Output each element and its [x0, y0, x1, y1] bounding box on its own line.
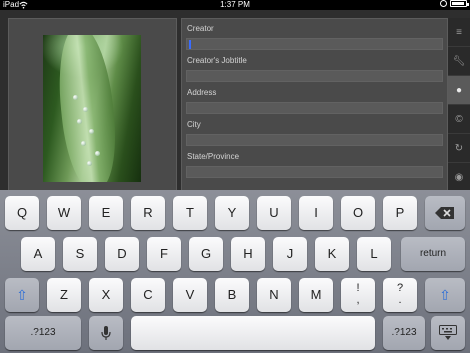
hide-keyboard-icon	[439, 325, 457, 340]
key-bottom-char: ,	[356, 294, 360, 306]
onscreen-keyboard: Q W E R T Y U I O P A S D F G H J K L re…	[0, 190, 470, 353]
photo-thumbnail[interactable]	[43, 35, 141, 182]
city-field[interactable]	[186, 134, 443, 146]
key-h[interactable]: H	[231, 237, 265, 271]
state-label: State/Province	[187, 152, 240, 161]
key-l[interactable]: L	[357, 237, 391, 271]
key-b[interactable]: B	[215, 278, 249, 312]
backspace-icon	[435, 207, 454, 219]
battery-icon	[450, 0, 469, 7]
key-q[interactable]: Q	[5, 196, 39, 230]
shift-icon: ⇧	[16, 286, 28, 303]
shift-key-left[interactable]: ⇧	[5, 278, 39, 312]
key-f[interactable]: F	[147, 237, 181, 271]
key-w[interactable]: W	[47, 196, 81, 230]
key-o[interactable]: O	[341, 196, 375, 230]
water-drop	[81, 141, 86, 146]
water-drop	[89, 129, 94, 134]
address-field[interactable]	[186, 102, 443, 114]
iptc-form: Creator Creator's Jobtitle Address City …	[181, 18, 448, 193]
shift-icon: ⇧	[439, 286, 451, 303]
rotation-lock-icon	[440, 0, 447, 7]
return-key[interactable]: return	[401, 237, 465, 271]
key-x[interactable]: X	[89, 278, 123, 312]
key-n[interactable]: N	[257, 278, 291, 312]
key-e[interactable]: E	[89, 196, 123, 230]
dictation-key[interactable]	[89, 316, 123, 350]
key-k[interactable]: K	[315, 237, 349, 271]
key-m[interactable]: M	[299, 278, 333, 312]
key-d[interactable]: D	[105, 237, 139, 271]
status-bar: iPad 1:37 PM	[0, 0, 470, 10]
water-drop	[87, 161, 92, 166]
person-icon[interactable]: ●	[448, 76, 470, 105]
key-r[interactable]: R	[131, 196, 165, 230]
key-s[interactable]: S	[63, 237, 97, 271]
address-label: Address	[187, 88, 217, 97]
refresh-icon[interactable]: ↻	[448, 134, 470, 163]
numbers-key-right[interactable]: .?123	[383, 316, 425, 350]
key-t[interactable]: T	[173, 196, 207, 230]
key-v[interactable]: V	[173, 278, 207, 312]
wrench-icon[interactable]: 🔧︎	[448, 47, 470, 76]
key-c[interactable]: C	[131, 278, 165, 312]
key-p[interactable]: P	[383, 196, 417, 230]
water-drop	[95, 151, 100, 156]
metadata-editor: Creator Creator's Jobtitle Address City …	[0, 10, 470, 193]
side-tabbar: ≡ 🔧︎ ● © ↻ ◉	[448, 18, 470, 193]
key-question-period[interactable]: ? .	[383, 278, 417, 312]
jobtitle-label: Creator's Jobtitle	[187, 56, 247, 65]
water-drop	[73, 95, 78, 100]
photo-panel	[8, 18, 177, 193]
water-drop	[83, 107, 88, 112]
jobtitle-field[interactable]	[186, 70, 443, 82]
water-drop	[77, 119, 82, 124]
list-icon[interactable]: ≡	[448, 18, 470, 47]
key-z[interactable]: Z	[47, 278, 81, 312]
text-caret	[189, 40, 191, 49]
key-i[interactable]: I	[299, 196, 333, 230]
copyright-icon[interactable]: ©	[448, 105, 470, 134]
numbers-key-left[interactable]: .?123	[5, 316, 81, 350]
space-bar[interactable]	[131, 316, 375, 350]
key-u[interactable]: U	[257, 196, 291, 230]
status-time: 1:37 PM	[220, 0, 250, 9]
key-a[interactable]: A	[21, 237, 55, 271]
key-exclaim-comma[interactable]: ! ,	[341, 278, 375, 312]
creator-label: Creator	[187, 24, 214, 33]
camera-icon[interactable]: ◉	[448, 163, 470, 192]
key-g[interactable]: G	[189, 237, 223, 271]
microphone-icon	[101, 325, 111, 340]
city-label: City	[187, 120, 201, 129]
dismiss-keyboard-key[interactable]	[431, 316, 465, 350]
backspace-key[interactable]	[425, 196, 465, 230]
key-y[interactable]: Y	[215, 196, 249, 230]
key-bottom-char: .	[398, 294, 402, 306]
state-field[interactable]	[186, 166, 443, 178]
creator-field[interactable]	[186, 38, 443, 50]
shift-key-right[interactable]: ⇧	[425, 278, 465, 312]
key-j[interactable]: J	[273, 237, 307, 271]
